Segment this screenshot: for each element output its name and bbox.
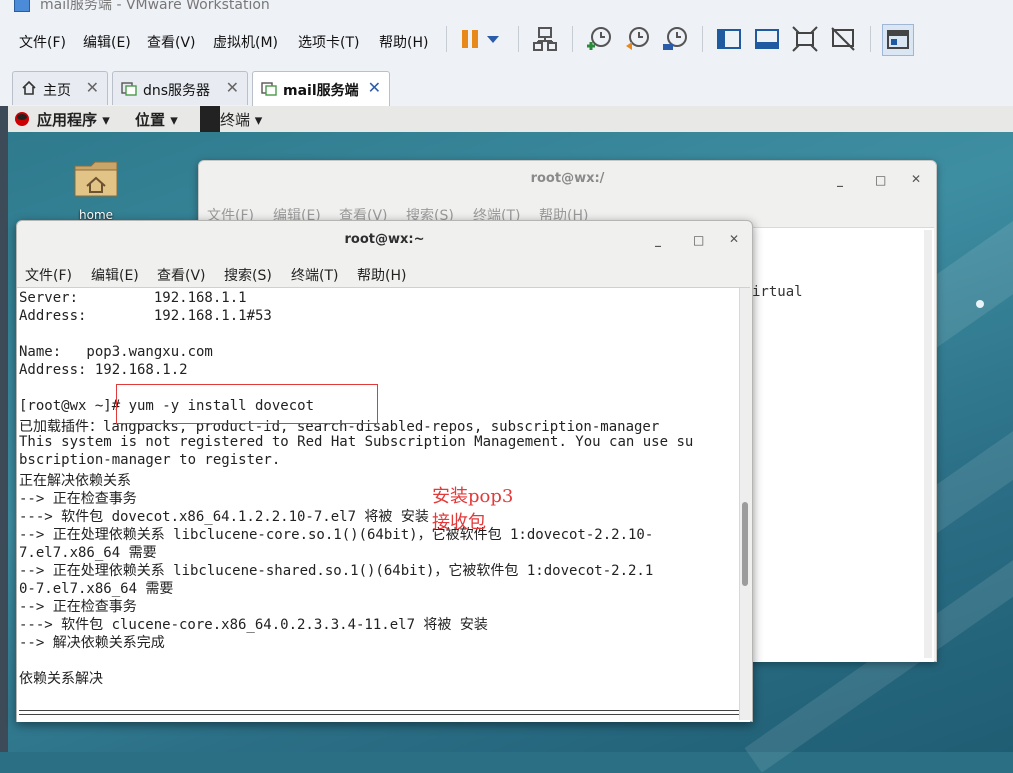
close-icon[interactable]: ✕ (226, 78, 239, 97)
annotation-receive-package: 接收包 (432, 512, 486, 533)
redhat-icon (15, 112, 29, 126)
places-menu[interactable]: 位置 ▾ (135, 109, 178, 130)
snapshot-revert-icon[interactable] (622, 24, 652, 54)
menu-tabs[interactable]: 选项卡(T) (298, 32, 359, 52)
unity-icon[interactable] (828, 24, 858, 54)
terminal-line: 0-7.el7.x86_64 需要 (19, 581, 174, 597)
terminal-line: --> 正在处理依赖关系 libclucene-shared.so.1()(64… (19, 563, 654, 579)
menu-view[interactable]: 查看(V) (147, 32, 196, 52)
vmware-window-title: mail服务端 - VMware Workstation (40, 0, 270, 13)
vm-icon (261, 82, 277, 96)
close-icon[interactable]: ✕ (911, 172, 921, 186)
front-window-title: root@wx:~ (344, 232, 425, 247)
scrollbar-thumb[interactable] (742, 502, 748, 586)
terminal-line: Server: 192.168.1.1 (19, 290, 247, 306)
tab-home[interactable]: 主页 ✕ (12, 71, 108, 105)
terminal-bottom-rule (19, 710, 739, 715)
terminal-line: Name: pop3.wangxu.com (19, 344, 213, 360)
front-menu-terminal[interactable]: 终端(T) (291, 265, 338, 285)
close-icon[interactable]: ✕ (368, 78, 381, 97)
terminal-line: 正在解决依赖关系 (19, 473, 131, 489)
back-terminal-text: irtual (752, 284, 803, 300)
network-icon[interactable] (530, 24, 560, 54)
tab-mail-label: mail服务端 (283, 83, 359, 99)
back-window-title: root@wx:/ (530, 171, 605, 186)
front-menu-help[interactable]: 帮助(H) (357, 265, 406, 285)
gnome-top-bar: 应用程序 ▾ 位置 ▾ 终端 ▾ (8, 106, 1013, 133)
host-left-strip (0, 106, 8, 752)
minimize-icon[interactable]: _ (837, 173, 843, 187)
vmware-menubar: 文件(F) 编辑(E) 查看(V) 虚拟机(M) 选项卡(T) 帮助(H) (0, 14, 1013, 67)
vm-icon (121, 82, 137, 96)
vmware-tab-bar: 主页 ✕ dns服务器 ✕ mail服务端 ✕ (0, 66, 1013, 107)
maximize-icon[interactable]: □ (875, 173, 886, 187)
tab-home-label: 主页 (43, 83, 71, 99)
terminal-line: --> 解决依赖关系完成 (19, 635, 165, 651)
home-icon (22, 80, 36, 95)
terminal-line: Address: 192.168.1.2 (19, 362, 188, 378)
dropdown-icon[interactable] (484, 24, 502, 54)
sidebar-icon[interactable] (714, 24, 744, 54)
annotation-highlight-box (116, 384, 378, 424)
close-icon[interactable]: ✕ (729, 232, 739, 246)
tab-dns-label: dns服务器 (143, 83, 211, 99)
annotation-install-pop3: 安装pop3 (432, 486, 514, 507)
terminal-line: --> 正在检查事务 (19, 599, 137, 615)
vmware-app-icon (14, 0, 30, 12)
console-view-icon[interactable] (752, 24, 782, 54)
front-menu-file[interactable]: 文件(F) (25, 265, 72, 285)
terminal-line: ---> 软件包 clucene-core.x86_64.0.2.3.3.4-1… (19, 617, 488, 633)
terminal-line: This system is not registered to Red Hat… (19, 434, 694, 450)
fullscreen-icon[interactable] (790, 24, 820, 54)
pause-icon[interactable] (456, 24, 486, 54)
terminal-line: --> 正在处理依赖关系 libclucene-core.so.1()(64bi… (19, 527, 654, 543)
terminal-line: --> 正在检查事务 (19, 491, 137, 507)
front-menu-view[interactable]: 查看(V) (157, 265, 206, 285)
terminal-menu[interactable]: 终端 ▾ (220, 109, 262, 130)
terminal-line: bscription-manager to register. (19, 452, 281, 468)
menu-vm[interactable]: 虚拟机(M) (213, 32, 278, 52)
home-folder-icon[interactable] (73, 158, 119, 198)
close-icon[interactable]: ✕ (86, 78, 99, 97)
thumbnail-icon[interactable] (882, 24, 914, 56)
menu-file[interactable]: 文件(F) (19, 32, 66, 52)
vmware-title-bar: mail服务端 - VMware Workstation (0, 0, 1013, 14)
menu-help[interactable]: 帮助(H) (379, 32, 428, 52)
menu-edit[interactable]: 编辑(E) (83, 32, 131, 52)
terminal-line: 7.el7.x86_64 需要 (19, 545, 157, 561)
tab-dns-server[interactable]: dns服务器 ✕ (112, 71, 248, 105)
snapshot-take-icon[interactable] (584, 24, 614, 54)
applications-menu[interactable]: 应用程序 ▾ (37, 109, 110, 130)
terminal-window-front[interactable]: root@wx:~ _ □ ✕ 文件(F) 编辑(E) 查看(V) 搜索(S) … (16, 220, 753, 722)
terminal-app-icon (200, 106, 220, 132)
terminal-line: Address: 192.168.1.1#53 (19, 308, 272, 324)
front-menu-edit[interactable]: 编辑(E) (91, 265, 139, 285)
tab-mail-server[interactable]: mail服务端 ✕ (252, 71, 390, 107)
front-terminal-area[interactable]: Server: 192.168.1.1 Address: 192.168.1.1… (17, 287, 750, 722)
maximize-icon[interactable]: □ (693, 233, 704, 247)
front-menu-search[interactable]: 搜索(S) (224, 265, 272, 285)
minimize-icon[interactable]: _ (655, 233, 661, 247)
terminal-line: ---> 软件包 dovecot.x86_64.1.2.2.10-7.el7 将… (19, 509, 429, 525)
terminal-line: 依赖关系解决 (19, 671, 103, 687)
snapshot-manager-icon[interactable] (660, 24, 690, 54)
terminal-scrollbar[interactable] (739, 288, 750, 720)
